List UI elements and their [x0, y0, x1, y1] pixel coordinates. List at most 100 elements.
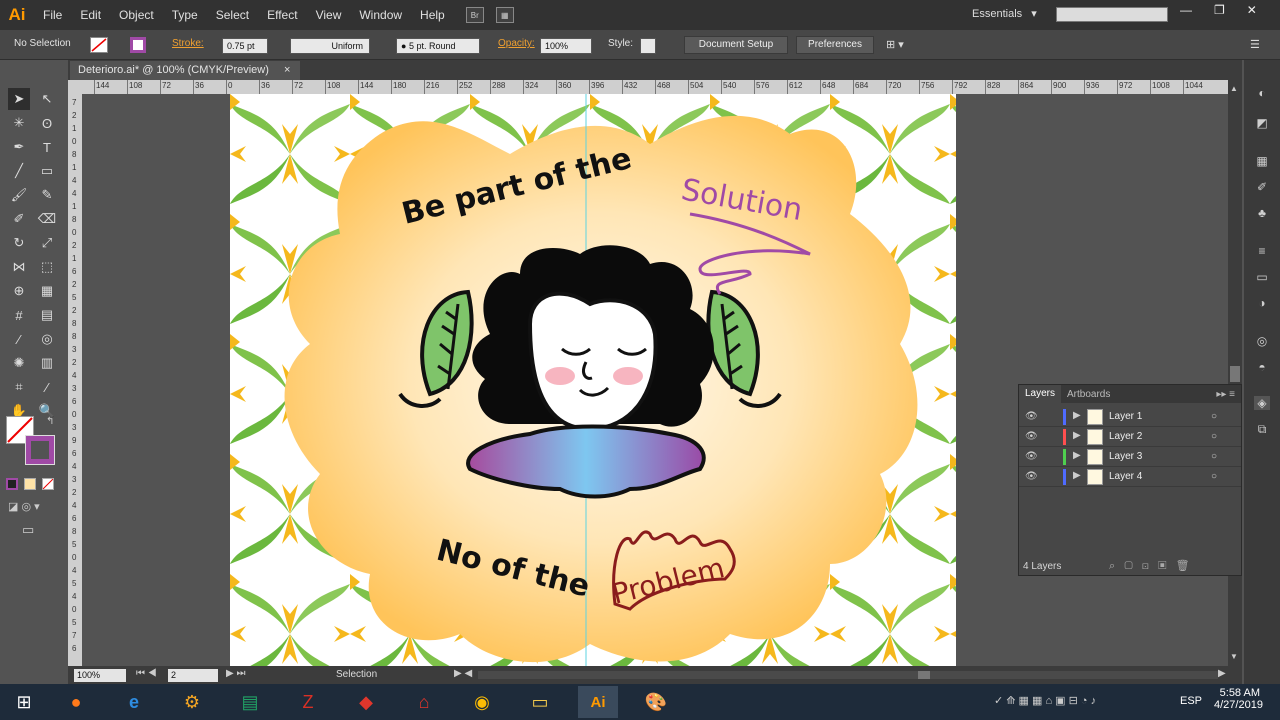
stroke-color-box[interactable]	[25, 435, 55, 465]
panel-menu-icon[interactable]: ☰	[1250, 38, 1260, 51]
opacity-field[interactable]: 100%	[540, 38, 592, 54]
opacity-label[interactable]: Opacity:	[498, 38, 535, 49]
pen-tool-icon[interactable]: ✒	[8, 136, 30, 158]
screen-mode-icon[interactable]: ▭	[22, 522, 34, 538]
illustrator-taskbar-icon[interactable]: Ai	[578, 686, 618, 718]
vertical-scrollbar[interactable]: ▲ ▼	[1228, 80, 1242, 666]
artboard-tool-icon[interactable]: ⌗	[8, 376, 30, 398]
blend-tool-icon[interactable]: ◎	[36, 328, 58, 350]
settings-app-icon[interactable]: ⚙	[172, 686, 212, 718]
swatches-panel-icon[interactable]: ▦	[1254, 154, 1270, 168]
target-circle-icon[interactable]: ○	[1211, 471, 1217, 482]
document-setup-button[interactable]: Document Setup	[684, 36, 788, 54]
chrome-icon[interactable]: ◉	[462, 686, 502, 718]
app-icon[interactable]: ◆	[346, 686, 386, 718]
gradient-tool-icon[interactable]: ▤	[36, 304, 58, 326]
visibility-eye-icon[interactable]: 👁	[1025, 431, 1038, 442]
menu-file[interactable]: File	[34, 0, 71, 30]
target-circle-icon[interactable]: ○	[1211, 411, 1217, 422]
symbols-panel-icon[interactable]: ♣	[1254, 206, 1270, 220]
visibility-eye-icon[interactable]: 👁	[1025, 471, 1038, 482]
new-sublayer-icon[interactable]: ⊡	[1142, 560, 1149, 572]
preferences-button[interactable]: Preferences	[796, 36, 874, 54]
menu-view[interactable]: View	[307, 0, 351, 30]
tab-layers[interactable]: Layers	[1019, 385, 1062, 403]
rotate-tool-icon[interactable]: ↻	[8, 232, 30, 254]
horizontal-scrollbar[interactable]	[478, 671, 1218, 679]
expand-arrow-icon[interactable]: ▶	[1073, 470, 1081, 481]
layer-row[interactable]: 👁 ▶ Layer 1 ○	[1019, 407, 1241, 427]
input-language[interactable]: ESP	[1180, 695, 1202, 707]
expand-arrow-icon[interactable]: ▶	[1073, 450, 1081, 461]
canvas[interactable]: Be part of the Solution No of the Proble…	[82, 94, 1228, 666]
menu-window[interactable]: Window	[350, 0, 411, 30]
mesh-tool-icon[interactable]: #	[8, 304, 30, 326]
scale-tool-icon[interactable]: ⤢	[36, 232, 58, 254]
scroll-down-icon[interactable]: ▼	[1230, 652, 1238, 661]
layer-row[interactable]: 👁 ▶ Layer 3 ○	[1019, 447, 1241, 467]
draw-mode-icon[interactable]: ◪ ◎ ▾	[8, 500, 40, 513]
visibility-eye-icon[interactable]: 👁	[1025, 451, 1038, 462]
shape-builder-tool-icon[interactable]: ⊕	[8, 280, 30, 302]
paintbrush-tool-icon[interactable]: 🖌	[8, 184, 30, 206]
layers-panel-icon[interactable]: ◈	[1254, 396, 1270, 410]
stroke-weight-field[interactable]: 0.75 pt	[222, 38, 268, 54]
target-circle-icon[interactable]: ○	[1211, 451, 1217, 462]
tab-artboards[interactable]: Artboards	[1061, 389, 1116, 400]
store-icon[interactable]: ▤	[230, 686, 270, 718]
magic-wand-tool-icon[interactable]: ✳	[8, 112, 30, 134]
layer-name[interactable]: Layer 2	[1109, 431, 1142, 442]
new-layer-icon[interactable]: ▣	[1158, 560, 1166, 572]
h-scroll-thumb[interactable]	[918, 671, 930, 679]
close-tab-icon[interactable]: ×	[284, 64, 290, 76]
width-tool-icon[interactable]: ⋈	[8, 256, 30, 278]
workspace-switcher[interactable]: Essentials ▾	[972, 7, 1037, 20]
lasso-tool-icon[interactable]: ʘ	[36, 112, 58, 134]
acrobat-icon[interactable]: ⌂	[404, 686, 444, 718]
vertical-ruler[interactable]: 7 2 1 0 8 1 4 4 1 8 0 2 1 6 2 5 2 8 8 3 2 4 3 6 0 3 9 6 4 3 2 4 6 8 5 0 4 5 4 0…	[68, 94, 82, 666]
arrange-icon[interactable]: ⊞ ▾	[886, 38, 904, 51]
delete-layer-icon[interactable]: 🗑	[1176, 560, 1190, 572]
artboard-navigation[interactable]: 2	[168, 669, 218, 682]
zoom-field[interactable]: 100%	[74, 669, 126, 682]
direct-selection-tool-icon[interactable]: ↖	[36, 88, 58, 110]
close-button[interactable]: ✕	[1247, 3, 1257, 17]
symbol-sprayer-tool-icon[interactable]: ✺	[8, 352, 30, 374]
appearance-panel-icon[interactable]: ◎	[1254, 334, 1270, 348]
scroll-up-icon[interactable]: ▲	[1230, 84, 1238, 93]
brush-definition[interactable]: ● 5 pt. Round	[396, 38, 480, 54]
system-tray-icons[interactable]: ✓ ⟰ ▦ ▦ ⌂ ▣ ⊟ ◔ ♪	[994, 694, 1096, 707]
artboards-panel-icon[interactable]: ⧉	[1254, 422, 1270, 436]
perspective-grid-tool-icon[interactable]: ▦	[36, 280, 58, 302]
expand-arrow-icon[interactable]: ▶	[1073, 430, 1081, 441]
windows-start-icon[interactable]: ⊞	[4, 686, 44, 718]
help-search-input[interactable]	[1056, 7, 1168, 22]
locate-object-icon[interactable]: ⌕	[1109, 560, 1115, 572]
status-menu-icon[interactable]: ▶ ◀	[454, 668, 472, 679]
layer-row[interactable]: 👁 ▶ Layer 4 ○	[1019, 467, 1241, 487]
eraser-tool-icon[interactable]: ⌫	[36, 208, 58, 230]
layer-name[interactable]: Layer 4	[1109, 471, 1142, 482]
brushes-panel-icon[interactable]: ✐	[1254, 180, 1270, 194]
variable-width-profile[interactable]: Uniform	[290, 38, 370, 54]
type-tool-icon[interactable]: T	[36, 136, 58, 158]
target-circle-icon[interactable]: ○	[1211, 431, 1217, 442]
paint-icon[interactable]: 🎨	[636, 686, 676, 718]
minimize-button[interactable]: —	[1180, 3, 1192, 17]
line-tool-icon[interactable]: ╱	[8, 160, 30, 182]
bridge-icon[interactable]: Br	[465, 7, 484, 23]
stroke-panel-icon[interactable]: ≡	[1254, 244, 1270, 258]
layer-name[interactable]: Layer 1	[1109, 411, 1142, 422]
fill-swatch[interactable]	[90, 37, 108, 53]
next-artboard-icon[interactable]: ▶ ⏭	[226, 668, 245, 679]
color-mode-icon[interactable]	[6, 478, 18, 490]
color-guide-icon[interactable]: ◩	[1254, 116, 1270, 130]
selection-tool-icon[interactable]: ➤	[8, 88, 30, 110]
firefox-icon[interactable]: ●	[56, 686, 96, 718]
layer-name[interactable]: Layer 3	[1109, 451, 1142, 462]
menu-object[interactable]: Object	[110, 0, 163, 30]
visibility-eye-icon[interactable]: 👁	[1025, 411, 1038, 422]
scroll-right-icon[interactable]: ▶	[1218, 668, 1226, 679]
column-graph-tool-icon[interactable]: ▥	[36, 352, 58, 374]
menu-type[interactable]: Type	[163, 0, 207, 30]
